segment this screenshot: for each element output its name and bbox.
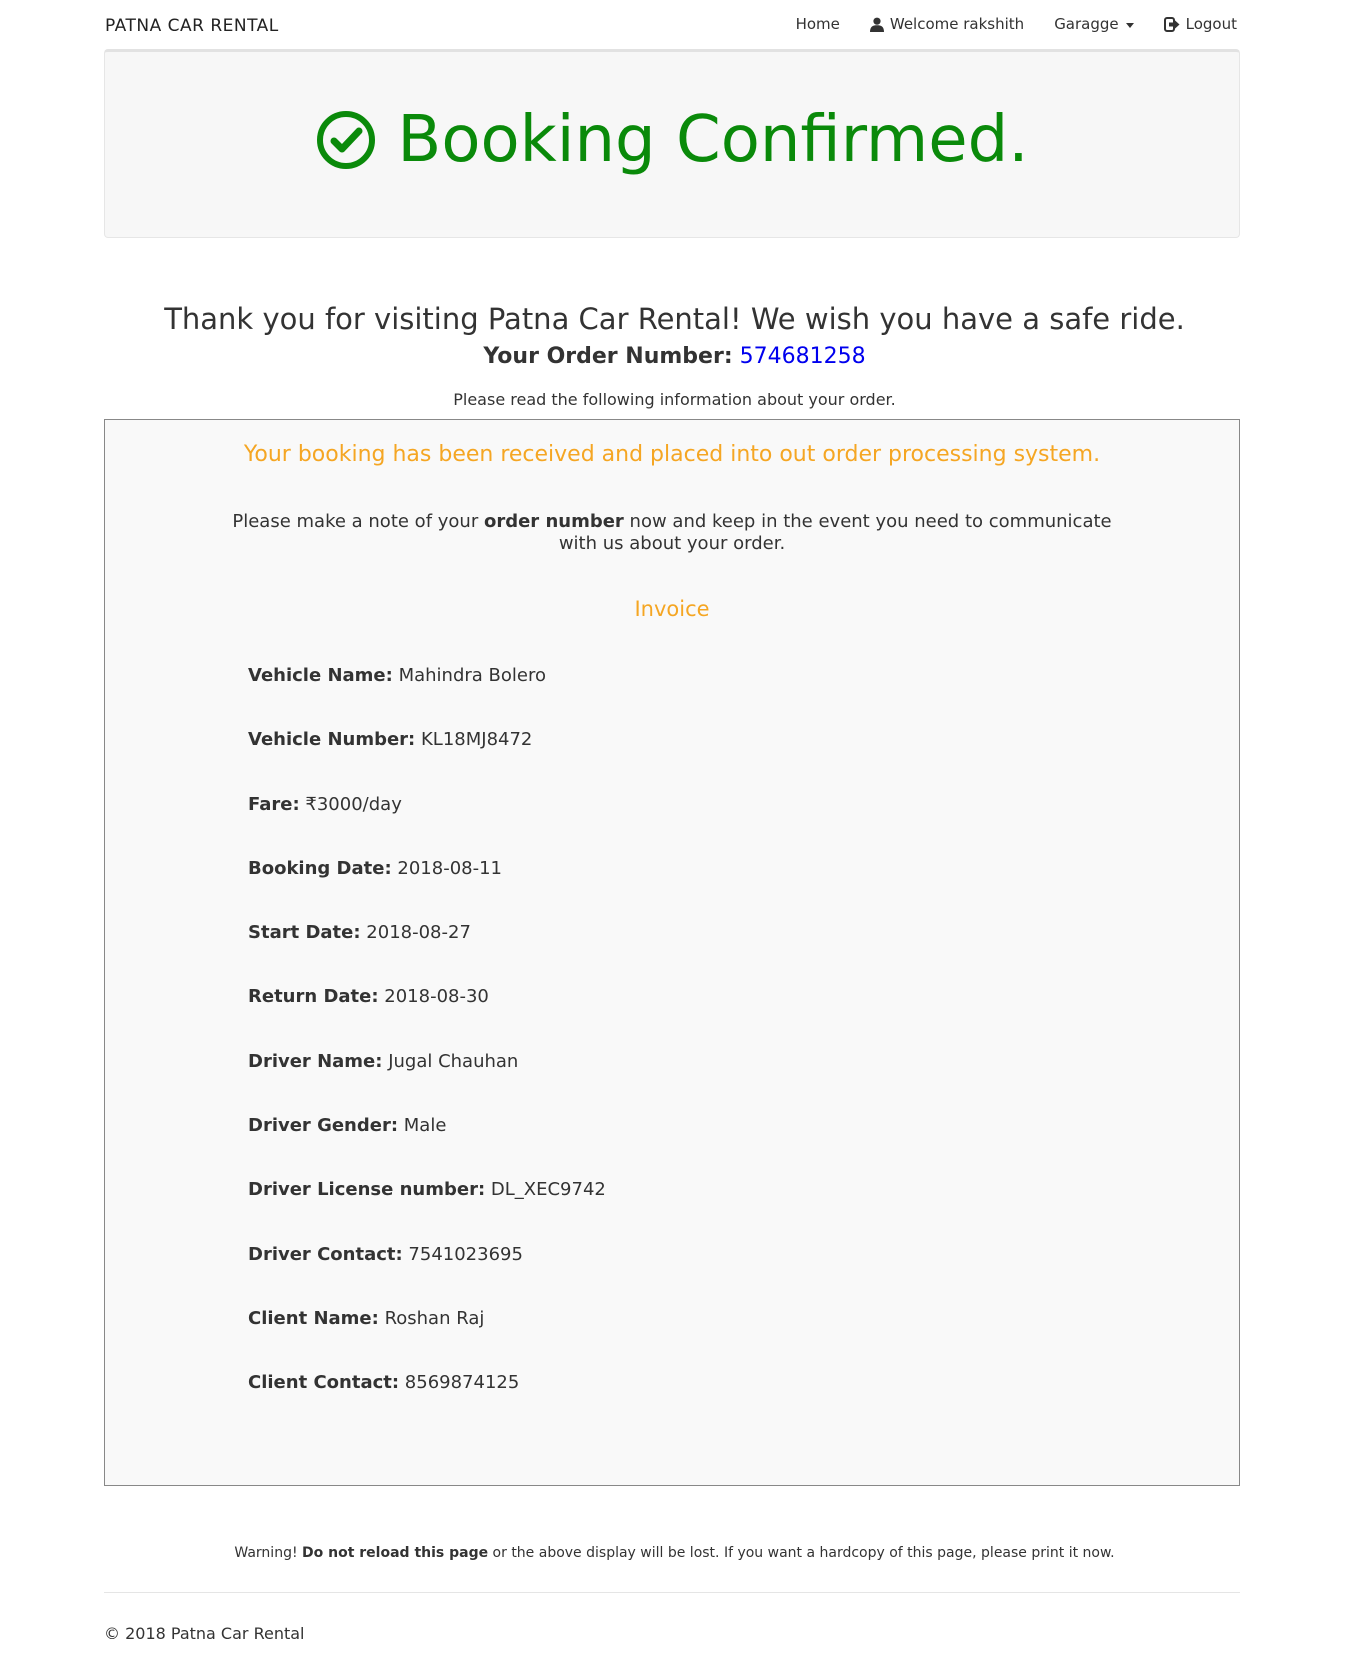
invoice-label: Fare:	[248, 793, 300, 815]
invoice-value: KL18MJ8472	[421, 729, 533, 751]
footer-divider	[104, 1592, 1240, 1593]
invoice-label: Vehicle Number:	[248, 729, 416, 751]
invoice-row: Driver License number: DL_XEC9742	[248, 1179, 606, 1243]
nav-garage-dropdown[interactable]: Garagge	[1054, 15, 1134, 33]
invoice-value: DL_XEC9742	[490, 1179, 606, 1201]
warning-bold: Do not reload this page	[302, 1545, 489, 1561]
invoice-row: Start Date: 2018-08-27	[248, 922, 606, 986]
note-bold: order number	[483, 511, 624, 532]
invoice-value: ₹3000/day	[305, 793, 402, 815]
invoice-label: Start Date:	[248, 922, 361, 944]
reload-warning: Warning! Do not reload this page or the …	[0, 1545, 1349, 1561]
nav-home-label: Home	[795, 15, 840, 33]
invoice-label: Booking Date:	[248, 857, 392, 879]
invoice-value: Roshan Raj	[384, 1307, 485, 1329]
confirmation-title: Booking Confirmed.	[397, 103, 1029, 177]
note-line2: with us about your order.	[558, 533, 786, 554]
invoice-value: 2018-08-27	[366, 922, 471, 944]
invoice-title: Invoice	[634, 597, 710, 621]
navbar: PATNA CAR RENTAL Home Welcome rakshith G…	[0, 0, 1349, 50]
note-post: now and keep in the event you need to co…	[629, 511, 1112, 532]
invoice-row: Client Contact: 8569874125	[248, 1372, 606, 1436]
order-note: Please make a note of your order number …	[105, 511, 1239, 555]
invoice-row: Driver Gender: Male	[248, 1115, 606, 1179]
invoice-label: Driver Name:	[248, 1050, 383, 1072]
invoice-label: Driver License number:	[248, 1179, 486, 1201]
invoice-value: 7541023695	[408, 1243, 523, 1265]
read-info-text: Please read the following information ab…	[453, 390, 896, 409]
invoice-row: Booking Date: 2018-08-11	[248, 858, 606, 922]
order-number-value: 574681258	[739, 344, 866, 369]
invoice-list: Vehicle Name: Mahindra Bolero Vehicle Nu…	[248, 665, 606, 1437]
invoice-row: Driver Contact: 7541023695	[248, 1244, 606, 1308]
invoice-row: Driver Name: Jugal Chauhan	[248, 1051, 606, 1115]
invoice-value: 8569874125	[404, 1372, 520, 1394]
brand-logo-text[interactable]: PATNA CAR RENTAL	[105, 16, 279, 36]
invoice-label: Client Name:	[248, 1307, 379, 1329]
caret-down-icon	[1125, 22, 1134, 28]
thank-you-message: Thank you for visiting Patna Car Rental!…	[164, 302, 1185, 336]
nav-home-link[interactable]: Home	[796, 15, 840, 33]
confirmation-heading: Booking Confirmed.	[105, 108, 1239, 172]
order-number-label: Your Order Number:	[483, 344, 733, 369]
invoice-value: 2018-08-30	[384, 986, 489, 1008]
footer-copyright: © 2018 Patna Car Rental	[104, 1624, 305, 1643]
order-info-box: Your booking has been received and place…	[104, 419, 1240, 1486]
invoice-value: 2018-08-11	[397, 857, 503, 879]
logout-icon	[1163, 16, 1180, 32]
invoice-value: Male	[403, 1115, 447, 1137]
booking-received-message: Your booking has been received and place…	[243, 442, 1101, 467]
order-number-line: Your Order Number: 574681258	[0, 344, 1349, 369]
invoice-row: Vehicle Name: Mahindra Bolero	[248, 665, 606, 729]
invoice-label: Return Date:	[248, 986, 379, 1008]
warning-pre: Warning!	[234, 1545, 298, 1561]
nav-logout-link[interactable]: Logout	[1163, 15, 1237, 33]
note-pre: Please make a note of your	[232, 511, 479, 532]
invoice-label: Driver Gender:	[248, 1115, 399, 1137]
warning-post: or the above display will be lost. If yo…	[492, 1545, 1115, 1561]
nav-links: Home Welcome rakshith Garagge Logout	[766, 15, 1237, 33]
nav-garage-label: Garagge	[1054, 15, 1119, 33]
invoice-value: Mahindra Bolero	[398, 665, 546, 686]
confirmation-banner: Booking Confirmed.	[104, 49, 1240, 238]
nav-welcome-label: Welcome rakshith	[889, 15, 1025, 33]
invoice-row: Return Date: 2018-08-30	[248, 986, 606, 1050]
invoice-label: Client Contact:	[248, 1372, 400, 1394]
nav-logout-label: Logout	[1185, 15, 1237, 33]
invoice-row: Fare: ₹3000/day	[248, 794, 606, 858]
invoice-row: Client Name: Roshan Raj	[248, 1308, 606, 1372]
invoice-label: Driver Contact:	[248, 1243, 403, 1265]
user-icon	[869, 17, 884, 32]
check-circle-icon	[317, 111, 376, 169]
nav-welcome-link[interactable]: Welcome rakshith	[869, 15, 1025, 33]
invoice-row: Vehicle Number: KL18MJ8472	[248, 729, 606, 793]
invoice-label: Vehicle Name:	[248, 665, 393, 686]
invoice-value: Jugal Chauhan	[388, 1050, 519, 1072]
